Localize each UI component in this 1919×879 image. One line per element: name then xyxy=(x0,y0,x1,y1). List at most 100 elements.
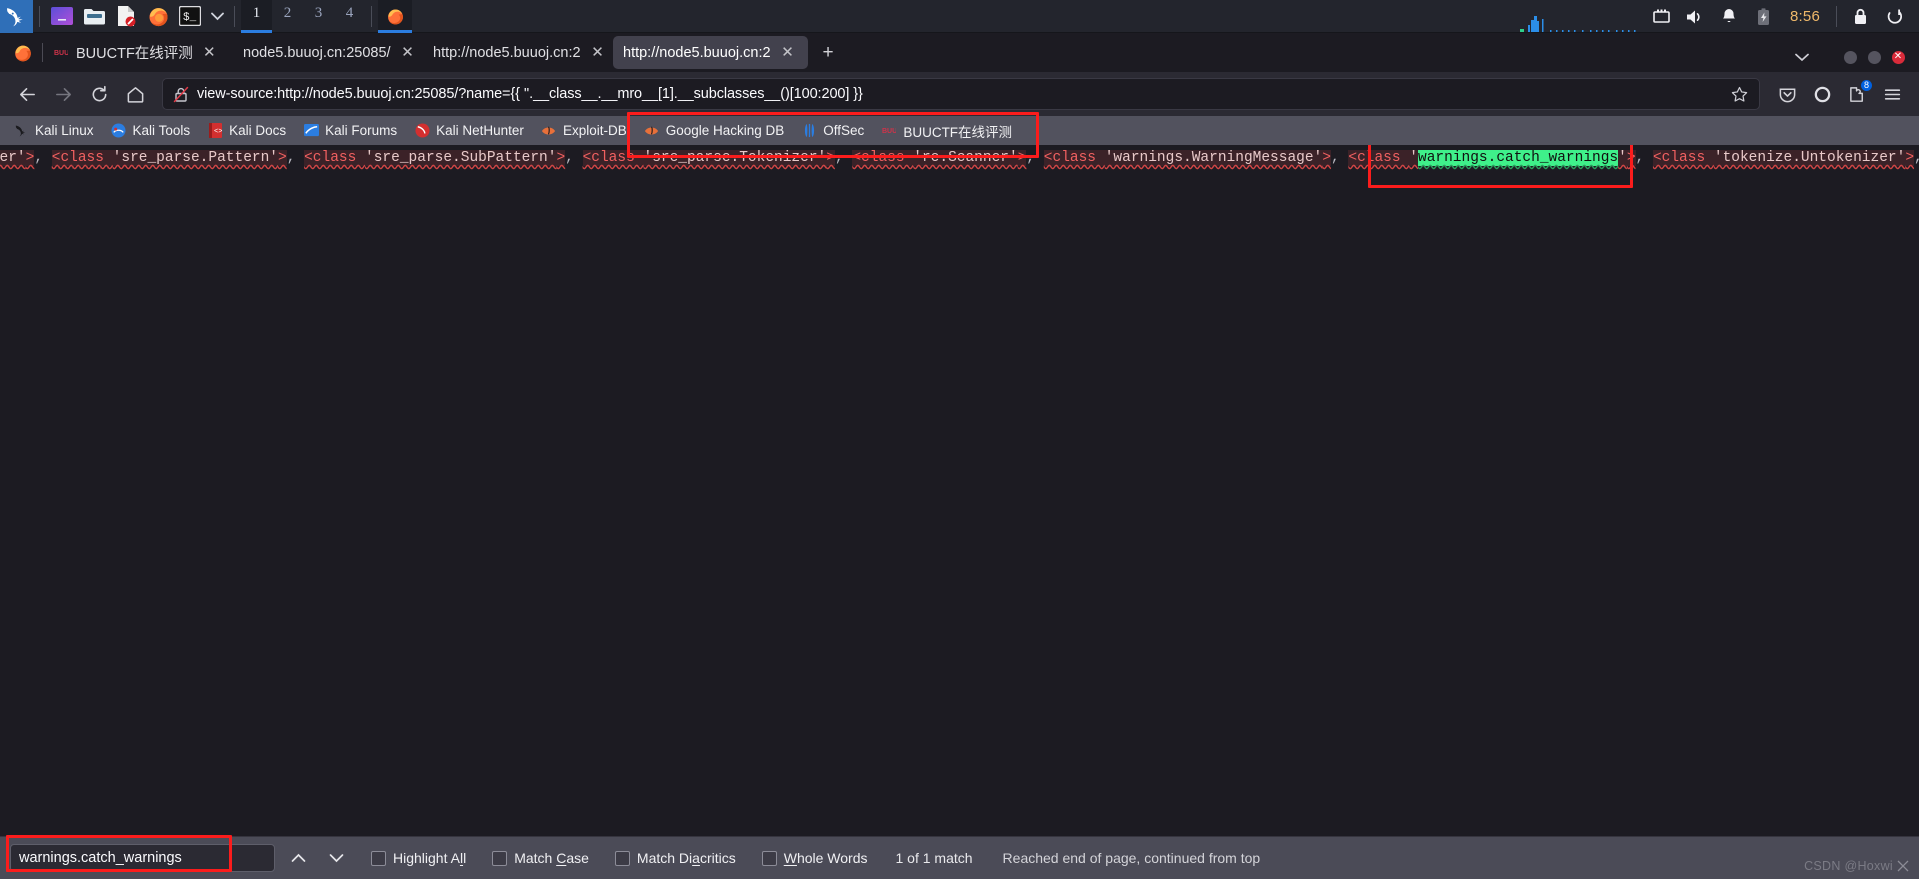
find-previous-button[interactable] xyxy=(283,844,313,872)
root-terminal-launcher[interactable]: $_ xyxy=(174,0,206,33)
xfce-top-panel: $_ 1 2 3 4 8:56 xyxy=(0,0,1919,33)
workspace-2[interactable]: 2 xyxy=(272,0,303,33)
bookmark-offsec[interactable]: OffSec xyxy=(794,120,871,142)
extensions-button[interactable]: 8 xyxy=(1840,77,1874,111)
workspace-4[interactable]: 4 xyxy=(334,0,365,33)
source-token: > xyxy=(1322,150,1331,166)
back-button[interactable] xyxy=(10,77,44,111)
logout-button[interactable] xyxy=(1877,0,1911,33)
volume-icon[interactable] xyxy=(1678,0,1712,33)
text-editor-launcher[interactable] xyxy=(110,0,142,33)
source-token: ' xyxy=(1618,150,1627,166)
bookmark-kali-forums[interactable]: Kali Forums xyxy=(296,120,404,142)
tab-close-icon[interactable]: ✕ xyxy=(588,43,607,62)
find-input[interactable] xyxy=(10,844,275,872)
tab-close-icon[interactable]: ✕ xyxy=(200,43,219,62)
checkbox-match-case[interactable]: Match Case xyxy=(486,850,595,866)
workspace-1[interactable]: 1 xyxy=(241,0,272,33)
minimize-button[interactable] xyxy=(1839,46,1861,68)
container-tabs-button[interactable] xyxy=(1805,77,1839,111)
list-all-tabs-button[interactable] xyxy=(1791,46,1813,68)
taskbar-firefox-window[interactable] xyxy=(378,0,412,33)
tab-title: node5.buuoj.cn:25085/?name xyxy=(243,44,391,61)
lock-crossed-out-icon[interactable] xyxy=(173,86,189,103)
firefox-icon xyxy=(148,7,168,26)
kali-dragon-icon xyxy=(13,123,29,139)
tab-close-icon[interactable]: ✕ xyxy=(778,43,797,62)
chevron-down-icon xyxy=(210,12,224,20)
home-icon xyxy=(127,86,143,103)
tab-close-icon[interactable]: ✕ xyxy=(398,43,417,62)
checkbox-box[interactable] xyxy=(614,850,630,866)
workspace-3[interactable]: 3 xyxy=(303,0,334,33)
search-match-highlight: warnings.catch_warnings xyxy=(1418,150,1619,166)
panel-separator-3 xyxy=(371,5,372,27)
kali-tools-icon xyxy=(111,123,127,139)
file-manager-launcher[interactable] xyxy=(78,0,110,33)
checkbox-highlight-all[interactable]: Highlight All xyxy=(365,850,472,866)
window-controls-area: ✕ xyxy=(1791,46,1919,68)
container-icon xyxy=(1814,86,1830,102)
source-token: , xyxy=(1330,150,1349,166)
url-text[interactable]: view-source:http://node5.buuoj.cn:25085/… xyxy=(197,86,1725,102)
checkbox-whole-words[interactable]: Whole Words xyxy=(756,850,874,866)
workspace-switcher[interactable]: 1 2 3 4 xyxy=(241,0,365,33)
speaker-icon xyxy=(1687,10,1700,23)
new-tab-button[interactable]: + xyxy=(813,38,843,68)
label-pre: Match Di xyxy=(636,850,693,866)
close-button[interactable]: ✕ xyxy=(1887,46,1909,68)
source-token: <class xyxy=(582,150,644,166)
find-toolbar: Highlight All Match Case Match Diacritic… xyxy=(0,836,1919,879)
checkbox-box[interactable] xyxy=(761,850,777,866)
panel-clock[interactable]: 8:56 xyxy=(1780,8,1830,25)
exploitdb-icon xyxy=(541,123,557,139)
bookmark-star-button[interactable] xyxy=(1725,80,1753,108)
app-menu-button[interactable] xyxy=(1875,77,1909,111)
source-token: , xyxy=(286,150,305,166)
save-to-pocket-button[interactable] xyxy=(1770,77,1804,111)
bookmark-kali-docs[interactable]: <> Kali Docs xyxy=(200,120,293,142)
find-status-message: Reached end of page, continued from top xyxy=(1002,850,1261,866)
svg-text:<>: <> xyxy=(214,128,222,136)
bookmark-kali-tools[interactable]: Kali Tools xyxy=(104,120,198,142)
extensions-badge: 8 xyxy=(1860,80,1872,91)
maximize-icon xyxy=(1867,50,1881,64)
offsec-icon xyxy=(801,123,817,139)
panel-separator-4 xyxy=(1836,6,1837,27)
bookmark-exploit-db[interactable]: Exploit-DB xyxy=(534,120,634,142)
bookmark-google-hacking-db[interactable]: Google Hacking DB xyxy=(637,120,792,142)
url-bar[interactable]: view-source:http://node5.buuoj.cn:25085/… xyxy=(162,78,1760,110)
checkbox-box[interactable] xyxy=(371,850,386,866)
source-token: <class xyxy=(51,150,113,166)
terminal-emulator-launcher[interactable] xyxy=(46,0,78,33)
launcher-overflow-chevron[interactable] xyxy=(206,0,228,33)
tab-node5-name[interactable]: node5.buuoj.cn:25085/?name ✕ xyxy=(233,36,423,69)
tab-node5-viewsource[interactable]: http://node5.buuoj.cn:25085 ✕ xyxy=(613,36,808,69)
find-next-button[interactable] xyxy=(321,844,351,872)
bookmark-kali-nethunter[interactable]: Kali NetHunter xyxy=(407,120,531,142)
reload-button[interactable] xyxy=(82,77,116,111)
checkbox-match-diacritics[interactable]: Match Diacritics xyxy=(609,850,742,866)
ethernet-icon xyxy=(1652,9,1670,23)
firefox-launcher[interactable] xyxy=(142,0,174,33)
source-token: , xyxy=(1026,150,1044,166)
tab-buuctf[interactable]: BUU BUUCTF在线评测 ✕ xyxy=(43,36,233,69)
checkbox-box[interactable] xyxy=(492,850,508,866)
bookmark-kali-linux[interactable]: Kali Linux xyxy=(6,120,101,142)
lock-screen-button[interactable] xyxy=(1843,0,1877,33)
view-source-content[interactable]: e.SRE_Match'>, <class '_sre.SRE_Scanner'… xyxy=(0,145,1919,879)
bookmark-buuctf[interactable]: BUU BUUCTF在线评测 xyxy=(874,118,1019,144)
network-icon[interactable] xyxy=(1644,0,1678,33)
battery-icon[interactable] xyxy=(1746,0,1780,33)
tab-node5-root[interactable]: http://node5.buuoj.cn:25085/ ✕ xyxy=(423,36,613,69)
label-post: l xyxy=(463,850,467,866)
home-button[interactable] xyxy=(118,77,152,111)
maximize-button[interactable] xyxy=(1863,46,1885,68)
close-icon: ✕ xyxy=(1891,50,1905,64)
checkbox-label: Match Case xyxy=(514,850,589,866)
bookmark-label: Kali Docs xyxy=(229,123,287,138)
notifications-icon[interactable] xyxy=(1712,0,1746,33)
applications-menu-button[interactable] xyxy=(0,0,33,33)
minimize-icon xyxy=(1843,50,1857,64)
forward-button[interactable] xyxy=(46,77,80,111)
